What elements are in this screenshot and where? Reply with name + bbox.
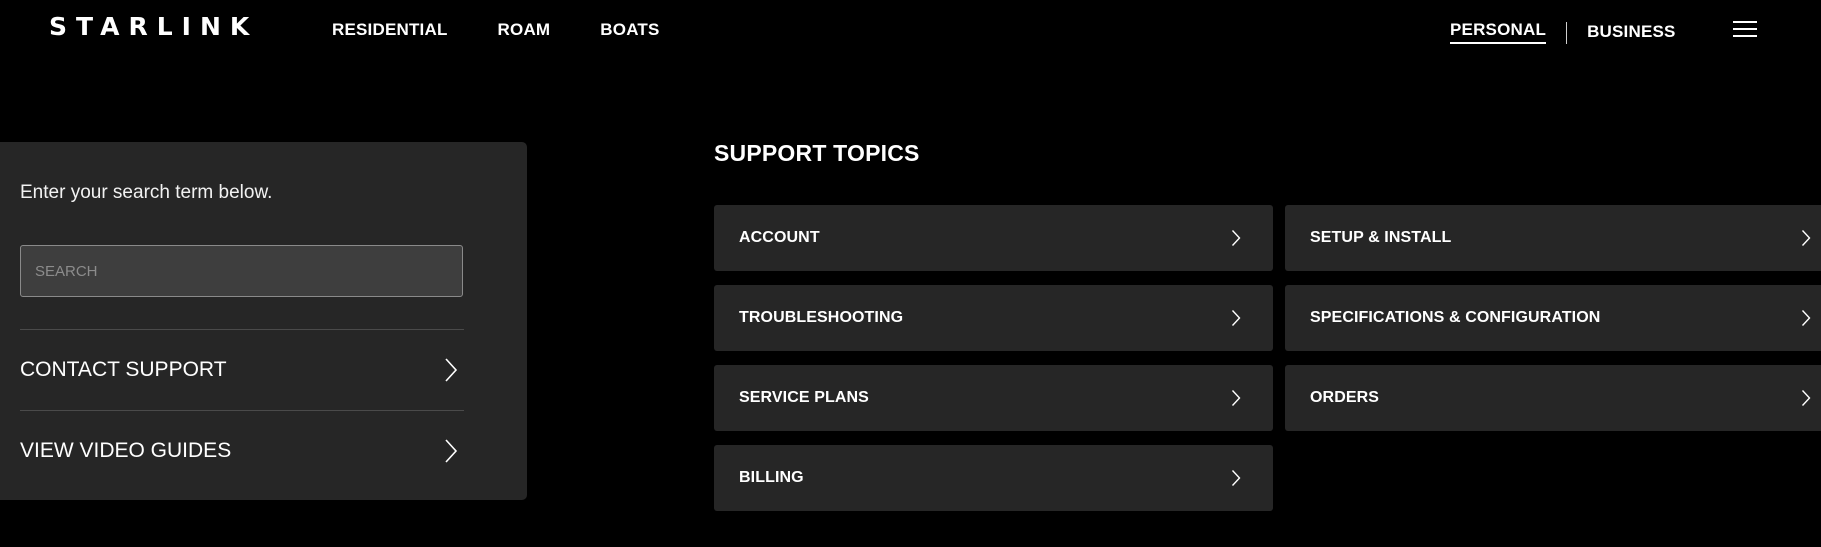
chevron-right-icon: [1801, 310, 1811, 326]
chevron-right-icon: [445, 439, 458, 463]
starlink-logo[interactable]: STARLINK: [49, 12, 258, 41]
chevron-right-icon: [1231, 470, 1241, 486]
segment-business[interactable]: BUSINESS: [1587, 22, 1676, 42]
topic-label: ORDERS: [1310, 389, 1380, 406]
support-topics-title: SUPPORT TOPICS: [714, 140, 920, 166]
segment-personal[interactable]: PERSONAL: [1450, 20, 1547, 44]
main-nav: RESIDENTIAL ROAM BOATS: [332, 20, 660, 40]
topic-label: SERVICE PLANS: [739, 389, 869, 406]
nav-boats[interactable]: BOATS: [600, 20, 659, 40]
chevron-right-icon: [1231, 230, 1241, 246]
topic-troubleshooting[interactable]: TROUBLESHOOTING: [714, 285, 1273, 351]
view-video-guides-link[interactable]: VIEW VIDEO GUIDES: [20, 411, 464, 491]
chevron-right-icon: [1231, 390, 1241, 406]
topic-orders[interactable]: ORDERS: [1285, 365, 1821, 431]
contact-support-link[interactable]: CONTACT SUPPORT: [20, 330, 464, 410]
chevron-right-icon: [445, 358, 458, 382]
topic-label: SETUP & INSTALL: [1310, 229, 1452, 246]
topic-label: BILLING: [739, 469, 804, 486]
view-video-guides-label: VIEW VIDEO GUIDES: [20, 439, 232, 462]
topic-label: ACCOUNT: [739, 229, 820, 246]
topic-label: SPECIFICATIONS & CONFIGURATION: [1310, 309, 1601, 326]
chevron-right-icon: [1801, 390, 1811, 406]
account-type-switch: PERSONAL BUSINESS: [1450, 20, 1676, 44]
topic-billing[interactable]: BILLING: [714, 445, 1273, 511]
chevron-right-icon: [1231, 310, 1241, 326]
search-input[interactable]: [20, 245, 463, 297]
hamburger-menu-icon[interactable]: [1733, 19, 1757, 39]
segment-divider: [1566, 22, 1568, 44]
topic-label: TROUBLESHOOTING: [739, 309, 904, 326]
nav-residential[interactable]: RESIDENTIAL: [332, 20, 448, 40]
support-page: STARLINK RESIDENTIAL ROAM BOATS PERSONAL…: [0, 0, 1821, 547]
topic-service-plans[interactable]: SERVICE PLANS: [714, 365, 1273, 431]
search-panel: Enter your search term below. CONTACT SU…: [0, 142, 527, 500]
nav-roam[interactable]: ROAM: [498, 20, 551, 40]
chevron-right-icon: [1801, 230, 1811, 246]
topic-setup-install[interactable]: SETUP & INSTALL: [1285, 205, 1821, 271]
contact-support-label: CONTACT SUPPORT: [20, 358, 227, 381]
topic-account[interactable]: ACCOUNT: [714, 205, 1273, 271]
search-intro-text: Enter your search term below.: [20, 182, 273, 203]
topic-specifications-configuration[interactable]: SPECIFICATIONS & CONFIGURATION: [1285, 285, 1821, 351]
